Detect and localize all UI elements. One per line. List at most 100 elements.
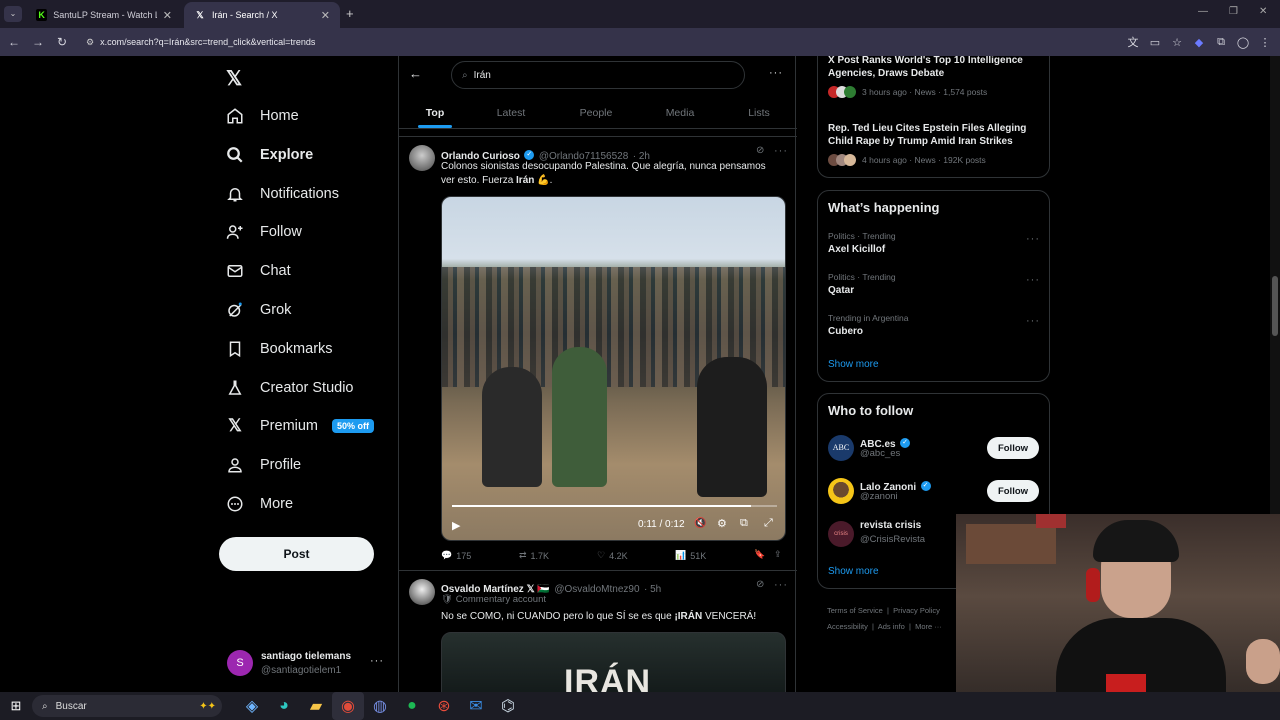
x-logo-icon[interactable]: 𝕏 [226,66,242,91]
reload-icon[interactable]: ↻ [50,35,74,49]
follow-suggestion[interactable]: ABC ABC.es ✓ @abc_es Follow [828,433,1040,465]
post-button[interactable]: Post [219,537,374,571]
account-more-icon[interactable]: ··· [370,655,384,667]
follow-suggestion[interactable]: crisis revista crisis @CrisisRevista [828,519,958,551]
sidebar-item-notifications[interactable]: Notifications [224,175,339,213]
video-player[interactable]: ▶ 0:11 / 0:12 🔇 ⚙ ⧉ ⤢ [441,196,786,541]
sidebar-item-bookmarks[interactable]: Bookmarks [224,330,333,368]
browser-menu-icon[interactable]: ⋮ [1254,36,1276,49]
cast-icon[interactable]: ▭ [1144,36,1166,49]
sidebar-item-creator-studio[interactable]: Creator Studio [224,369,354,407]
search-input[interactable]: ⌕ Irán [451,61,745,89]
sidebar-item-profile[interactable]: Profile [224,446,301,484]
fullscreen-icon[interactable]: ⤢ [764,517,773,530]
grok-analyze-icon[interactable]: ⊘ [756,145,764,156]
play-icon[interactable]: ▶ [452,519,460,532]
mail-app-icon[interactable]: ✉ [460,692,492,720]
back-icon[interactable]: ← [2,35,26,49]
account-switcher[interactable]: S santiago tielemans @santiagotielem1 ··… [227,648,387,678]
news-title[interactable]: X Post Ranks World's Top 10 Intelligence… [828,56,1038,80]
trend-more-icon[interactable]: ··· [1026,315,1040,327]
discord-icon[interactable]: ◍ [364,692,396,720]
follow-button[interactable]: Follow [987,480,1039,502]
tab-latest[interactable]: Latest [487,98,535,128]
footer-link[interactable]: Ads info [878,622,905,631]
settings-icon[interactable]: ⚙ [717,517,727,530]
app-icon[interactable]: ⊛ [428,692,460,720]
mute-icon[interactable]: 🔇 [694,518,706,529]
restore-icon[interactable]: ❐ [1229,6,1238,17]
sidebar-item-explore[interactable]: Explore [224,136,313,174]
bookmark-button[interactable]: 🔖 [754,549,765,560]
sidebar-item-grok[interactable]: Grok [224,291,291,329]
scrollbar-thumb[interactable] [1272,276,1278,336]
sidebar-item-follow[interactable]: Follow [224,213,302,251]
trend-more-icon[interactable]: ··· [1026,274,1040,286]
bookmark-star-icon[interactable]: ☆ [1166,36,1188,49]
show-more-link[interactable]: Show more [828,566,879,577]
trend-item[interactable]: Politics · Trending Qatar ··· [828,272,1040,302]
footer-link[interactable]: Terms of Service [827,606,883,615]
sidebar-item-home[interactable]: Home [224,97,299,135]
file-explorer-icon[interactable]: ▰ [300,692,332,720]
tweet-more-icon[interactable]: ··· [774,145,788,157]
views-button[interactable]: 📊 51K [675,550,706,561]
search-options-icon[interactable]: ··· [769,67,783,79]
browser-tab-santulp[interactable]: K SantuLP Stream - Watch Live o ✕ [26,2,182,28]
trend-more-icon[interactable]: ··· [1026,233,1040,245]
tab-media[interactable]: Media [657,98,703,128]
picture-in-picture-icon[interactable]: ⧉ [740,517,748,530]
tweet[interactable]: Orlando Curioso ✓ @Orlando71156528 · 2h … [399,137,797,567]
tweet-image[interactable]: IRÁN [441,632,786,692]
show-more-link[interactable]: Show more [828,359,879,370]
back-arrow-icon[interactable]: ← [409,66,422,81]
trend-item[interactable]: Trending in Argentina Cubero ··· [828,313,1040,343]
avatar[interactable] [409,579,435,605]
edge-icon[interactable]: ◕ [268,692,300,720]
grok-analyze-icon[interactable]: ⊘ [756,579,764,590]
site-info-icon[interactable]: ⚙ [86,37,94,48]
close-window-icon[interactable]: ✕ [1259,6,1267,17]
share-button[interactable]: ⇪ [774,549,782,560]
new-tab-icon[interactable]: + [346,6,354,21]
forward-icon[interactable]: → [26,35,50,49]
extensions-puzzle-icon[interactable]: ⧉ [1210,36,1232,49]
copilot-icon[interactable]: ◈ [236,692,268,720]
browser-tab-x-search[interactable]: 𝕏 Irán - Search / X ✕ [184,2,340,28]
address-bar[interactable]: ⚙ x.com/search?q=Irán&src=trend_click&ve… [80,32,1122,52]
follow-suggestion[interactable]: Lalo Zanoni ✓ @zanoni Follow [828,476,1040,508]
footer-link[interactable]: More ··· [915,622,942,631]
taskbar-search[interactable]: ⌕ Buscar ✦✦ [32,695,222,717]
close-tab-icon[interactable]: ✕ [163,9,172,22]
tab-lists[interactable]: Lists [739,98,779,128]
translate-icon[interactable]: 文 [1122,34,1144,50]
tweet[interactable]: Osvaldo Martínez 𝕏 🇵🇸 @OsvaldoMtnez90 · … [399,571,797,692]
chrome-icon[interactable]: ◉ [332,692,364,720]
tweet-more-icon[interactable]: ··· [774,579,788,591]
repost-button[interactable]: ⇄ 1.7K [519,550,549,561]
tweet-time[interactable]: · 5h [644,584,661,595]
sidebar-item-more[interactable]: More [224,485,293,523]
sidebar-item-premium[interactable]: 𝕏 Premium 50% off [224,407,375,445]
video-progress-track[interactable] [452,505,777,507]
minimize-icon[interactable]: — [1198,6,1208,17]
windows-start-icon[interactable]: ⊞ [0,692,32,720]
avatar[interactable] [409,145,435,171]
author-handle[interactable]: @OsvaldoMtnez90 [554,584,639,595]
close-tab-icon[interactable]: ✕ [321,9,330,22]
like-button[interactable]: ♡ 4.2K [597,550,628,561]
extension-icon[interactable]: ◆ [1188,36,1210,49]
steam-icon[interactable]: ⌬ [492,692,524,720]
tab-list-button[interactable]: ⌄ [4,6,22,22]
tab-people[interactable]: People [571,98,621,128]
tab-top[interactable]: Top [415,98,455,128]
profile-icon[interactable]: ◯ [1232,36,1254,49]
trend-item[interactable]: Politics · Trending Axel Kicillof ··· [828,231,1040,261]
follow-button[interactable]: Follow [987,437,1039,459]
reply-button[interactable]: 💬 175 [441,550,471,561]
sidebar-item-chat[interactable]: Chat [224,252,291,290]
news-title[interactable]: Rep. Ted Lieu Cites Epstein Files Allegi… [828,122,1038,148]
footer-link[interactable]: Accessibility [827,622,868,631]
spotify-icon[interactable]: ● [396,692,428,720]
footer-link[interactable]: Privacy Policy [893,606,940,615]
